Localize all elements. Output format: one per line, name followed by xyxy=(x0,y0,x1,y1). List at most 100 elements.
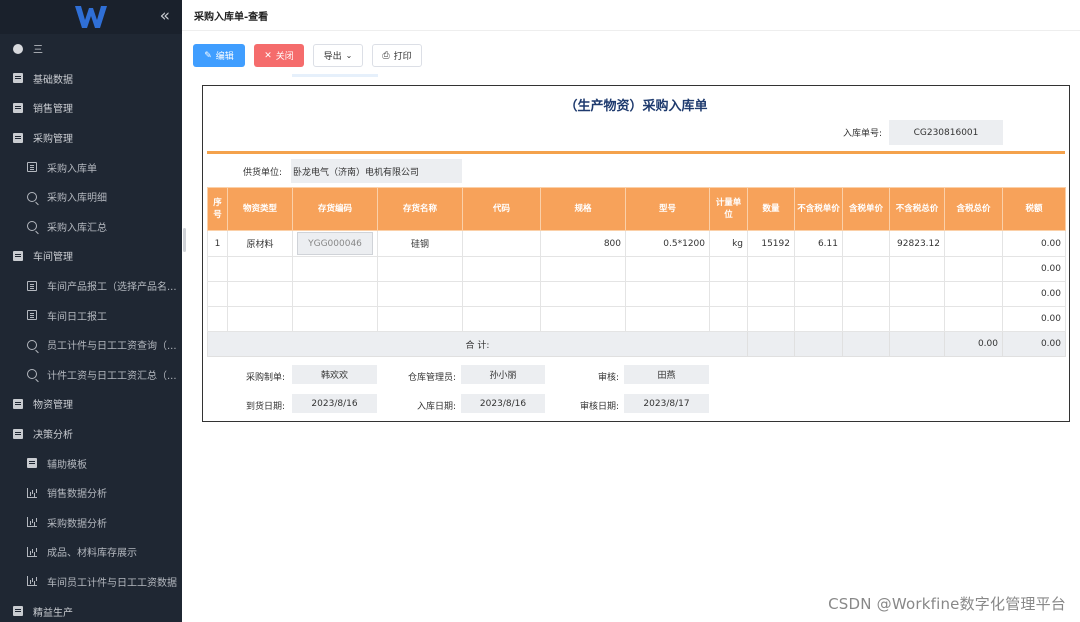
cell-code[interactable] xyxy=(292,306,378,332)
cell-price_ex[interactable] xyxy=(794,281,843,307)
cell-spec[interactable] xyxy=(540,306,626,332)
cell-dcode[interactable] xyxy=(462,230,541,257)
cell-total_in[interactable] xyxy=(944,306,1003,332)
cell-total_ex[interactable]: 92823.12 xyxy=(889,230,945,257)
item-code-field[interactable]: YGG000046 xyxy=(297,232,373,255)
cell-price_in[interactable] xyxy=(842,306,890,332)
sidebar-item[interactable]: 成品、材料库存展示 xyxy=(0,537,182,567)
cell-qty[interactable]: 15192 xyxy=(747,230,795,257)
cell-type[interactable] xyxy=(227,256,293,282)
cell-total_in[interactable] xyxy=(944,230,1003,257)
order-no-field[interactable]: CG230816001 xyxy=(889,120,1003,145)
cell-no[interactable]: 1 xyxy=(207,230,228,257)
cell-code[interactable]: YGG000046 xyxy=(292,230,378,257)
maker-field[interactable]: 韩欢欢 xyxy=(292,365,377,384)
cell-no[interactable] xyxy=(207,281,228,307)
cell-tax[interactable]: 0.00 xyxy=(1002,230,1066,257)
cell-dcode[interactable] xyxy=(462,281,541,307)
cell-name[interactable] xyxy=(377,306,463,332)
sidebar-item[interactable]: 车间员工计件与日工工资数据 xyxy=(0,567,182,597)
page-icon xyxy=(27,162,37,173)
cell-model[interactable] xyxy=(625,281,710,307)
cell-model[interactable]: 0.5*1200 xyxy=(625,230,710,257)
auditor-field[interactable]: 田燕 xyxy=(624,365,709,384)
cell-price_in[interactable] xyxy=(842,256,890,282)
collapse-icon[interactable]: « xyxy=(160,6,170,26)
cell-price_ex[interactable] xyxy=(794,256,843,282)
cell-code[interactable] xyxy=(292,281,378,307)
cell-model[interactable] xyxy=(625,306,710,332)
cell-name[interactable] xyxy=(377,256,463,282)
cell-price_ex[interactable]: 6.11 xyxy=(794,230,843,257)
cell-no[interactable] xyxy=(207,306,228,332)
sidebar-item[interactable]: 员工计件与日工工资查询（... xyxy=(0,330,182,360)
cell-unit[interactable] xyxy=(709,256,748,282)
cell-total_ex[interactable] xyxy=(889,281,945,307)
cell-qty[interactable] xyxy=(747,256,795,282)
cell-unit[interactable] xyxy=(709,281,748,307)
sidebar-item-label: 车间员工计件与日工工资数据 xyxy=(47,577,177,589)
cell-unit[interactable] xyxy=(709,306,748,332)
supplier-field[interactable]: 卧龙电气（济南）电机有限公司 xyxy=(291,159,462,183)
sidebar-item[interactable]: 计件工资与日工工资汇总（... xyxy=(0,360,182,390)
edit-label: 编辑 xyxy=(215,52,234,62)
main-content: 采购入库单-查看 ✎ 编辑 ✕ 关闭 导出 ⌄ ⎙ 打印 （生产物资）采购入库单… xyxy=(182,0,1080,622)
cell-spec[interactable] xyxy=(540,256,626,282)
sidebar-item[interactable]: 采购入库明细 xyxy=(0,182,182,212)
sidebar-item[interactable]: 车间管理 xyxy=(0,241,182,271)
sidebar-item[interactable]: 销售数据分析 xyxy=(0,478,182,508)
arrive-date-field[interactable]: 2023/8/16 xyxy=(292,394,377,413)
edit-button[interactable]: ✎ 编辑 xyxy=(193,44,245,67)
cell-spec[interactable]: 800 xyxy=(540,230,626,257)
sidebar-item[interactable]: 决策分析 xyxy=(0,419,182,449)
cell-price_in[interactable] xyxy=(842,230,890,257)
cell-code[interactable] xyxy=(292,256,378,282)
export-dropdown[interactable]: 导出 ⌄ xyxy=(313,44,363,67)
form-title: （生产物资）采购入库单 xyxy=(564,99,708,114)
cell-type[interactable] xyxy=(227,306,293,332)
sidebar-item[interactable]: 采购数据分析 xyxy=(0,508,182,538)
cell-no[interactable] xyxy=(207,256,228,282)
cell-dcode[interactable] xyxy=(462,306,541,332)
sidebar-item[interactable]: 物资管理 xyxy=(0,389,182,419)
cell-price_ex[interactable] xyxy=(794,306,843,332)
sidebar-item[interactable]: 基础数据 xyxy=(0,64,182,94)
close-button[interactable]: ✕ 关闭 xyxy=(254,44,304,67)
cell-type[interactable]: 原材料 xyxy=(227,230,293,257)
sidebar-item[interactable]: 精益生产 xyxy=(0,596,182,622)
doc-icon xyxy=(13,250,23,261)
sidebar-item[interactable]: 辅助模板 xyxy=(0,448,182,478)
cell-type[interactable] xyxy=(227,281,293,307)
cell-tax[interactable]: 0.00 xyxy=(1002,306,1066,332)
sidebar-item[interactable]: 三 xyxy=(0,34,182,64)
cell-qty[interactable] xyxy=(747,281,795,307)
chart-icon xyxy=(27,546,37,557)
sidebar-item[interactable]: 车间日工报工 xyxy=(0,300,182,330)
cell-total_ex[interactable] xyxy=(889,306,945,332)
cell-unit[interactable]: kg xyxy=(709,230,748,257)
sidebar-item[interactable]: 采购入库单 xyxy=(0,152,182,182)
instock-date-field[interactable]: 2023/8/16 xyxy=(461,394,545,413)
audit-date-field[interactable]: 2023/8/17 xyxy=(624,394,709,413)
sidebar-item[interactable]: 采购入库汇总 xyxy=(0,212,182,242)
cell-total_in[interactable] xyxy=(944,281,1003,307)
cell-name[interactable] xyxy=(377,281,463,307)
cell-model[interactable] xyxy=(625,256,710,282)
cell-price_in[interactable] xyxy=(842,281,890,307)
cell-qty[interactable] xyxy=(747,306,795,332)
cell-total_in[interactable] xyxy=(944,256,1003,282)
sidebar-item[interactable]: 采购管理 xyxy=(0,123,182,153)
sidebar-item[interactable]: 车间产品报工（选择产品名... xyxy=(0,271,182,301)
cell-total_ex[interactable] xyxy=(889,256,945,282)
cell-tax[interactable]: 0.00 xyxy=(1002,281,1066,307)
keeper-field[interactable]: 孙小丽 xyxy=(461,365,545,384)
print-button[interactable]: ⎙ 打印 xyxy=(372,44,422,67)
cell-tax[interactable]: 0.00 xyxy=(1002,256,1066,282)
search-icon xyxy=(27,369,37,380)
cell-dcode[interactable] xyxy=(462,256,541,282)
sidebar-item-label: 计件工资与日工工资汇总（... xyxy=(47,370,177,382)
sidebar: « 三基础数据 销售管理 采购管理 采购入库单 采购入库明细 采购入库汇总 车间管理 车间产品… xyxy=(0,0,182,622)
sidebar-item[interactable]: 销售管理 xyxy=(0,93,182,123)
cell-spec[interactable] xyxy=(540,281,626,307)
cell-name[interactable]: 硅钢 xyxy=(377,230,463,257)
